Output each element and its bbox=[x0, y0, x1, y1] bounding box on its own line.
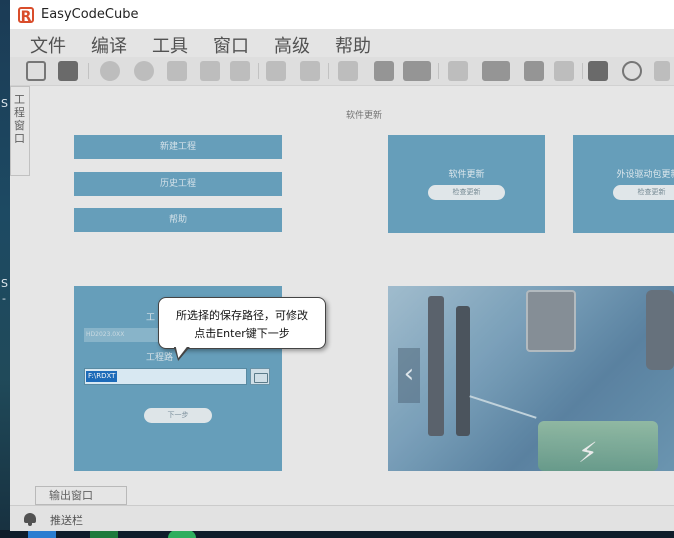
output-window-tab[interactable]: 输出窗口 bbox=[35, 486, 127, 505]
project-name-label: 工 bbox=[146, 313, 156, 323]
next-step-button[interactable]: 下一步 bbox=[144, 408, 212, 423]
bell-icon[interactable] bbox=[22, 511, 38, 527]
chat-icon[interactable] bbox=[588, 61, 608, 81]
monitor-icon[interactable] bbox=[374, 61, 394, 81]
project-window-tab[interactable]: 工程窗口 bbox=[10, 86, 30, 176]
menu-tools[interactable]: 工具 bbox=[152, 32, 188, 58]
taskbar-app-icon[interactable] bbox=[28, 530, 56, 538]
globe-icon[interactable] bbox=[622, 61, 642, 81]
taskbar-app-icon[interactable] bbox=[90, 530, 118, 538]
promo-banner[interactable]: ‹ ⚡ bbox=[388, 286, 674, 471]
toolbar-divider bbox=[438, 63, 439, 79]
window-title: EasyCodeCube bbox=[41, 7, 139, 22]
lightning-icon: ⚡ bbox=[578, 436, 598, 469]
new-file-icon[interactable] bbox=[26, 61, 46, 81]
battery-image bbox=[538, 421, 658, 471]
list-dropdown-icon[interactable] bbox=[403, 61, 431, 81]
menu-advanced[interactable]: 高级 bbox=[274, 32, 310, 58]
app-window: R EasyCodeCube 文件 编译 工具 窗口 高级 帮助 工程窗口 软件… bbox=[10, 0, 674, 531]
toolbar-divider bbox=[258, 63, 259, 79]
new-project-button[interactable]: 新建工程 bbox=[74, 135, 282, 159]
tooltip-line: 所选择的保存路径，可修改 bbox=[176, 309, 308, 322]
smart-lock-image bbox=[428, 296, 444, 436]
menu-icon[interactable] bbox=[654, 61, 670, 81]
note-dropdown-icon[interactable] bbox=[482, 61, 510, 81]
refresh-icon[interactable] bbox=[100, 61, 120, 81]
help-button[interactable]: 帮助 bbox=[74, 208, 282, 232]
chip-icon[interactable] bbox=[167, 61, 187, 81]
section-title: 软件更新 bbox=[346, 111, 383, 121]
menu-compile[interactable]: 编译 bbox=[91, 32, 127, 58]
software-update-card: 软件更新 检查更新 bbox=[388, 135, 545, 233]
folder-icon[interactable] bbox=[554, 61, 574, 81]
menu-window[interactable]: 窗口 bbox=[213, 32, 249, 58]
device-panel-image bbox=[526, 290, 576, 352]
desktop-glyph: S bbox=[1, 277, 8, 290]
taskbar bbox=[0, 530, 674, 538]
toolbar-divider bbox=[582, 63, 583, 79]
project-name-input[interactable]: HD2023.0XX bbox=[84, 328, 164, 342]
status-bar: 推送栏 bbox=[10, 505, 674, 531]
folder-icon bbox=[254, 373, 268, 383]
toolbar-divider bbox=[88, 63, 89, 79]
chevron-left-icon[interactable]: ‹ bbox=[398, 348, 420, 403]
delete-icon[interactable] bbox=[300, 61, 320, 81]
project-path-value: F:\RDXT bbox=[86, 371, 118, 382]
toolbar bbox=[10, 57, 674, 86]
menu-file[interactable]: 文件 bbox=[30, 32, 66, 58]
project-window-tab-label: 工程窗口 bbox=[14, 93, 25, 145]
driver-update-card: 外设驱动包更新 检查更新 bbox=[573, 135, 674, 233]
search-doc-icon[interactable] bbox=[524, 61, 544, 81]
desktop-glyph: - bbox=[2, 292, 6, 305]
card-title: 外设驱动包更新 bbox=[616, 170, 674, 180]
stop-icon[interactable] bbox=[448, 61, 468, 81]
check-update-button[interactable]: 检查更新 bbox=[613, 185, 674, 200]
guide-tooltip: 所选择的保存路径，可修改 点击Enter键下一步 bbox=[158, 297, 326, 349]
app-logo-icon: R bbox=[18, 6, 34, 25]
push-bar-label: 推送栏 bbox=[50, 514, 83, 527]
back-icon[interactable] bbox=[266, 61, 286, 81]
open-folder-icon[interactable] bbox=[58, 61, 78, 81]
download-icon[interactable] bbox=[200, 61, 220, 81]
book-icon[interactable] bbox=[338, 61, 358, 81]
taskbar-app-icon[interactable] bbox=[168, 530, 196, 538]
history-project-button[interactable]: 历史工程 bbox=[74, 172, 282, 196]
menu-help[interactable]: 帮助 bbox=[335, 32, 371, 58]
smart-lock-image bbox=[456, 306, 470, 436]
browse-folder-button[interactable] bbox=[250, 368, 270, 385]
tooltip-line: 点击Enter键下一步 bbox=[194, 327, 290, 340]
wire-image bbox=[469, 395, 537, 419]
project-path-input[interactable]: F:\RDXT bbox=[84, 368, 247, 385]
device-image bbox=[646, 290, 674, 370]
forward-icon[interactable] bbox=[134, 61, 154, 81]
title-bar: R EasyCodeCube bbox=[10, 0, 674, 29]
save-icon[interactable] bbox=[230, 61, 250, 81]
card-title: 软件更新 bbox=[448, 170, 485, 180]
project-path-label: 工程路 bbox=[146, 353, 174, 363]
desktop-glyph: S bbox=[1, 97, 8, 110]
check-update-button[interactable]: 检查更新 bbox=[428, 185, 505, 200]
toolbar-divider bbox=[328, 63, 329, 79]
menu-bar: 文件 编译 工具 窗口 高级 帮助 bbox=[10, 29, 674, 57]
